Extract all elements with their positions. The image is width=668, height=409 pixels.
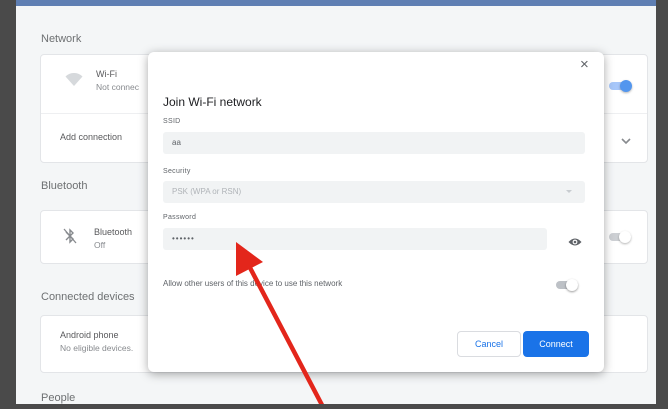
annotation-arrow <box>236 242 325 408</box>
right-edge <box>656 0 668 409</box>
left-edge <box>0 0 16 409</box>
top-accent-bar <box>0 0 668 6</box>
bottom-edge <box>0 404 668 409</box>
